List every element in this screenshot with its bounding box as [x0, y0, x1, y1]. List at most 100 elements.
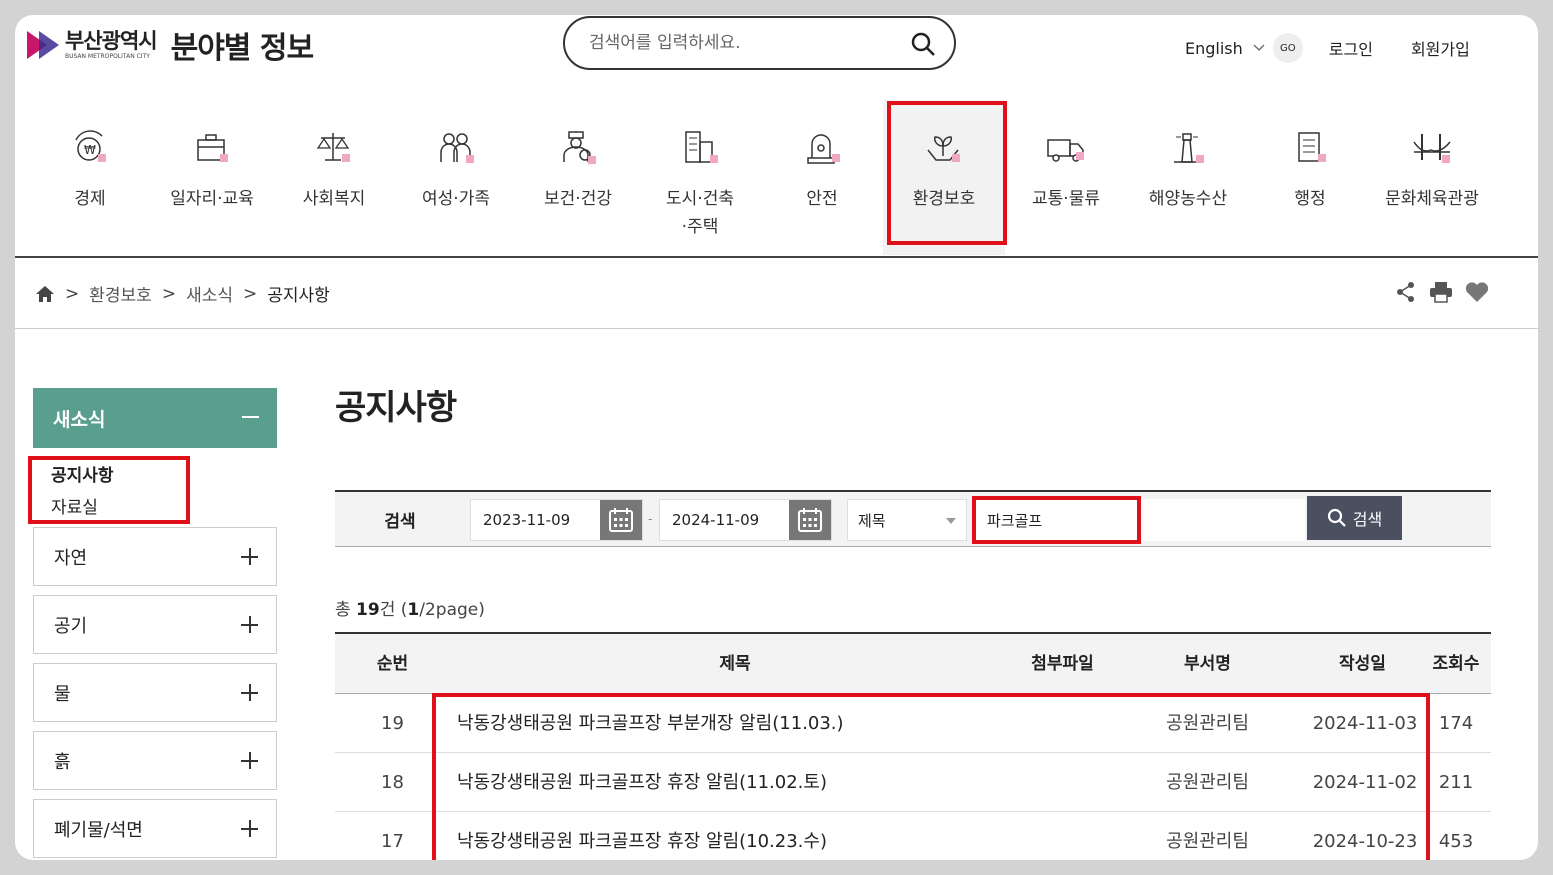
busan-logo-mark: [27, 28, 61, 62]
category-label: 문화체육관광: [1385, 189, 1479, 209]
category-label: 사회복지: [302, 189, 366, 209]
search-button[interactable]: 검색: [1307, 496, 1402, 540]
category-women-family[interactable]: 여성·가족: [395, 100, 517, 255]
nav-divider: [15, 256, 1538, 258]
truck-icon: [1047, 139, 1084, 162]
date-from-value: 2023-11-09: [483, 511, 571, 529]
category-health[interactable]: 보건·건강: [517, 100, 639, 255]
search-field-select[interactable]: 제목: [847, 499, 967, 541]
table-row[interactable]: 17 낙동강생태공원 파크골프장 휴장 알림(10.23.수) 공원관리팀 20…: [335, 812, 1491, 860]
sidebar-group-nature[interactable]: 자연: [33, 527, 277, 586]
cell-views: 211: [1438, 772, 1474, 793]
document-icon: [1298, 132, 1326, 162]
breadcrumb: > 환경보호 > 새소식 > 공지사항: [35, 281, 330, 306]
breadcrumb-item[interactable]: 환경보호: [89, 281, 152, 306]
expand-icon[interactable]: [241, 820, 258, 837]
date-to-value: 2024-11-09: [672, 511, 760, 529]
breadcrumb-divider: [15, 328, 1538, 329]
cell-views: 174: [1438, 713, 1474, 734]
date-to-field[interactable]: 2024-11-09: [659, 499, 832, 541]
sidebar-group-label: 폐기물/석면: [54, 819, 143, 841]
category-administration[interactable]: 행정: [1249, 100, 1371, 255]
sidebar-section-news[interactable]: 새소식: [33, 388, 277, 448]
category-economy[interactable]: ₩ 경제: [29, 100, 151, 255]
collapse-icon[interactable]: [242, 416, 259, 418]
category-culture-sports[interactable]: 문화체육관광: [1371, 100, 1493, 255]
economy-icon: ₩: [75, 130, 106, 162]
building-icon: [685, 131, 718, 163]
sidebar-section-label: 새소식: [53, 408, 106, 431]
global-search: [563, 16, 956, 70]
sidebar-sub-notice[interactable]: 공지사항: [51, 461, 114, 486]
language-select[interactable]: English: [1185, 39, 1273, 58]
lighthouse-icon: [1174, 133, 1204, 163]
category-welfare[interactable]: 사회복지: [273, 100, 395, 255]
heart-icon[interactable]: [1465, 281, 1489, 303]
share-icon[interactable]: [1395, 281, 1417, 303]
expand-icon[interactable]: [241, 752, 258, 769]
keyword-input[interactable]: 파크골프: [975, 499, 1305, 541]
category-environment[interactable]: 환경보호: [883, 100, 1005, 255]
siren-icon: [807, 134, 840, 164]
sidebar-group-label: 자연: [54, 547, 88, 569]
logo-english-text: BUSAN METROPOLITAN CITY: [65, 52, 150, 60]
sidebar-group-label: 흙: [54, 751, 71, 773]
search-form: 검색 2023-11-09 - 2024-11-09 제목 파크골프 검색: [335, 490, 1491, 547]
login-link[interactable]: 로그인: [1329, 36, 1373, 60]
sidebar-group-air[interactable]: 공기: [33, 595, 277, 654]
signup-link[interactable]: 회원가입: [1411, 36, 1470, 60]
expand-icon[interactable]: [241, 684, 258, 701]
search-input[interactable]: [589, 30, 889, 56]
sidebar-group-soil[interactable]: 흙: [33, 731, 277, 790]
sidebar-group-waste[interactable]: 폐기물/석면: [33, 799, 277, 858]
cell-dept: 공원관리팀: [1166, 831, 1249, 852]
category-nav: ₩ 경제 일자리·교육 사회복지 여성·가족 보건·건강 도시·건축·주택 안전: [29, 100, 1509, 255]
page-frame: 부산광역시 BUSAN METROPOLITAN CITY 분야별 정보 Eng…: [15, 15, 1538, 860]
search-icon: [1327, 508, 1346, 527]
notice-table: 순번 제목 첨부파일 부서명 작성일 조회수 19 낙동강생태공원 파크골프장 …: [335, 632, 1491, 860]
date-from-field[interactable]: 2023-11-09: [470, 499, 643, 541]
cell-title-link[interactable]: 낙동강생태공원 파크골프장 휴장 알림(11.02.토): [457, 753, 1017, 813]
page-title: 공지사항: [335, 388, 457, 428]
keyword-value: 파크골프: [987, 511, 1043, 530]
cell-date: 2024-10-23: [1312, 831, 1418, 852]
calendar-icon[interactable]: [789, 500, 831, 540]
sidebar-group-water[interactable]: 물: [33, 663, 277, 722]
category-label: 교통·물류: [1032, 189, 1100, 209]
language-label: English: [1185, 38, 1243, 58]
expand-icon[interactable]: [241, 616, 258, 633]
cell-title-link[interactable]: 낙동강생태공원 파크골프장 부분개장 알림(11.03.): [457, 694, 1017, 754]
cell-no: 19: [381, 713, 404, 734]
table-row[interactable]: 18 낙동강생태공원 파크골프장 휴장 알림(11.02.토) 공원관리팀 20…: [335, 753, 1491, 812]
cell-no: 18: [381, 772, 404, 793]
logo-korean-text: 부산광역시: [65, 28, 158, 53]
col-header-attachment: 첨부파일: [1031, 654, 1094, 674]
category-city-housing[interactable]: 도시·건축·주택: [639, 100, 761, 255]
expand-icon[interactable]: [241, 548, 258, 565]
busan-logo[interactable]: 부산광역시 BUSAN METROPOLITAN CITY 분야별 정보: [27, 23, 314, 67]
category-jobs-education[interactable]: 일자리·교육: [151, 100, 273, 255]
breadcrumb-item[interactable]: 새소식: [186, 281, 233, 306]
breadcrumb-current: 공지사항: [267, 286, 330, 306]
category-safety[interactable]: 안전: [761, 100, 883, 255]
sidebar-sub-archive[interactable]: 자료실: [51, 493, 98, 518]
search-field-value: 제목: [858, 511, 886, 530]
category-label: 일자리·교육: [170, 189, 254, 209]
category-label: 안전: [806, 189, 838, 209]
cell-dept: 공원관리팀: [1166, 713, 1249, 734]
site-title: 분야별 정보: [170, 31, 314, 66]
cell-date: 2024-11-03: [1312, 713, 1418, 734]
table-row[interactable]: 19 낙동강생태공원 파크골프장 부분개장 알림(11.03.) 공원관리팀 2…: [335, 694, 1491, 753]
search-icon[interactable]: [910, 31, 936, 57]
go-button[interactable]: GO: [1272, 33, 1303, 63]
cell-title-link[interactable]: 낙동강생태공원 파크골프장 휴장 알림(10.23.수): [457, 812, 1017, 860]
calendar-icon[interactable]: [600, 500, 642, 540]
category-marine-agri[interactable]: 해양농수산: [1127, 100, 1249, 255]
category-label: 경제: [74, 189, 106, 209]
print-icon[interactable]: [1429, 281, 1453, 303]
home-icon[interactable]: [35, 285, 55, 303]
date-separator: -: [648, 512, 653, 526]
category-transport[interactable]: 교통·물류: [1005, 100, 1127, 255]
table-header: 순번 제목 첨부파일 부서명 작성일 조회수: [335, 634, 1491, 694]
cell-dept: 공원관리팀: [1166, 772, 1249, 793]
